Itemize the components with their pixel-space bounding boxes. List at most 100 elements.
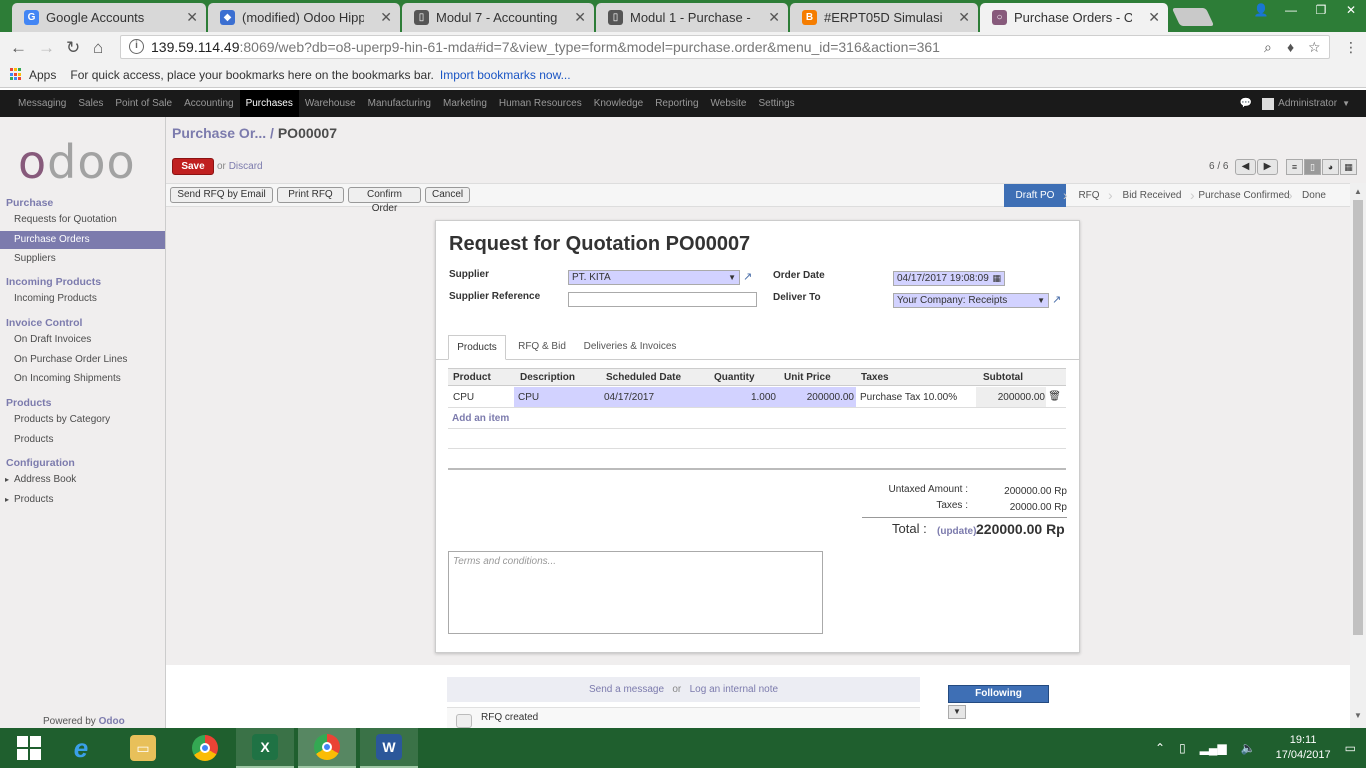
- column-header-taxes[interactable]: Taxes: [861, 372, 889, 383]
- chat-bubble-icon[interactable]: 💬: [1240, 98, 1252, 109]
- chevron-down-icon[interactable]: ▼: [1037, 294, 1045, 307]
- column-header-subtotal[interactable]: Subtotal: [983, 372, 1023, 383]
- sidebar-item-on-draft-invoices[interactable]: On Draft Invoices: [0, 331, 165, 349]
- cell-subtotal[interactable]: 200000.00: [998, 392, 1045, 403]
- top-menu-warehouse[interactable]: Warehouse: [299, 90, 362, 117]
- followers-dropdown-button[interactable]: ▼: [948, 705, 966, 719]
- top-menu-settings[interactable]: Settings: [753, 90, 801, 117]
- calendar-icon[interactable]: ▦: [992, 272, 1001, 285]
- browser-tab[interactable]: B #ERPT05D Simulasi Mod ✕: [790, 3, 978, 32]
- discard-link[interactable]: Discard: [229, 161, 263, 172]
- restore-icon[interactable]: ❐: [1306, 0, 1336, 20]
- bookmark-star-icon[interactable]: ☆: [1308, 39, 1321, 56]
- close-window-icon[interactable]: ✕: [1336, 0, 1366, 20]
- forward-arrow-icon[interactable]: →: [38, 38, 55, 58]
- following-button[interactable]: Following: [948, 685, 1049, 703]
- odoo-logo[interactable]: odoo: [18, 135, 136, 189]
- volume-icon[interactable]: 🔈: [1241, 741, 1256, 755]
- sidebar-item-incoming-products[interactable]: Incoming Products: [0, 290, 165, 308]
- log-note-link[interactable]: Log an internal note: [690, 684, 778, 695]
- sidebar-item-suppliers[interactable]: Suppliers: [0, 250, 165, 268]
- cancel-button[interactable]: Cancel: [425, 187, 470, 203]
- column-header-scheduled-date[interactable]: Scheduled Date: [606, 372, 681, 383]
- notifications-icon[interactable]: ▭: [1345, 741, 1356, 755]
- sidebar-item-products-by-category[interactable]: Products by Category: [0, 411, 165, 429]
- list-view-button[interactable]: ≡: [1286, 159, 1303, 175]
- status-done[interactable]: Done: [1294, 184, 1334, 207]
- scroll-up-icon[interactable]: ▲: [1354, 187, 1362, 196]
- breadcrumb-parent[interactable]: Purchase Or...: [172, 125, 266, 141]
- close-tab-icon[interactable]: ✕: [186, 9, 198, 26]
- status-bid-received[interactable]: Bid Received: [1114, 184, 1190, 207]
- chevron-down-icon[interactable]: ▼: [728, 271, 736, 284]
- status-rfq[interactable]: RFQ: [1069, 184, 1109, 207]
- close-tab-icon[interactable]: ✕: [574, 9, 586, 26]
- top-menu-manufacturing[interactable]: Manufacturing: [362, 90, 437, 117]
- back-arrow-icon[interactable]: ←: [10, 38, 27, 58]
- close-tab-icon[interactable]: ✕: [380, 9, 392, 26]
- taskbar-chrome-active[interactable]: [298, 728, 356, 768]
- import-bookmarks-link[interactable]: Import bookmarks now...: [440, 68, 571, 82]
- top-menu-reporting[interactable]: Reporting: [649, 90, 704, 117]
- cell-taxes[interactable]: Purchase Tax 10.00%: [860, 392, 957, 403]
- top-menu-accounting[interactable]: Accounting: [178, 90, 239, 117]
- form-view-button[interactable]: ▯: [1304, 159, 1321, 175]
- clock[interactable]: 19:11 17/04/2017: [1276, 733, 1331, 763]
- cell-product[interactable]: CPU: [453, 392, 474, 403]
- top-menu-knowledge[interactable]: Knowledge: [588, 90, 649, 117]
- pager-previous-button[interactable]: ◀: [1235, 159, 1256, 175]
- update-total-link[interactable]: (update): [937, 526, 976, 537]
- sidebar-item-products[interactable]: Products: [0, 431, 165, 449]
- top-menu-marketing[interactable]: Marketing: [437, 90, 493, 117]
- top-menu-human-resources[interactable]: Human Resources: [493, 90, 588, 117]
- taskbar-excel[interactable]: X: [236, 728, 294, 768]
- terms-textarea[interactable]: Terms and conditions...: [448, 551, 823, 634]
- sidebar-item-purchase-orders[interactable]: Purchase Orders: [0, 230, 165, 249]
- column-header-product[interactable]: Product: [453, 372, 491, 383]
- zoom-icon[interactable]: ⌕: [1264, 39, 1272, 56]
- pager-next-button[interactable]: ▶: [1257, 159, 1278, 175]
- browser-tab[interactable]: G Google Accounts ✕: [12, 3, 206, 32]
- save-button[interactable]: Save: [172, 158, 214, 175]
- scrollbar-thumb[interactable]: [1353, 200, 1363, 635]
- chevron-up-icon[interactable]: ⌃: [1155, 741, 1165, 755]
- taskbar-word[interactable]: W: [360, 728, 418, 768]
- cell-description[interactable]: CPU: [518, 392, 539, 403]
- print-rfq-button[interactable]: Print RFQ: [277, 187, 344, 203]
- cell-quantity[interactable]: 1.000: [751, 392, 776, 403]
- browser-tab[interactable]: ▯ Modul 1 - Purchase - BIS ✕: [596, 3, 788, 32]
- cell-unit-price[interactable]: 200000.00: [807, 392, 854, 403]
- sidebar-item-address-book[interactable]: ▸ Address Book: [0, 471, 165, 489]
- taskbar-file-explorer[interactable]: ▭: [114, 728, 172, 768]
- column-header-quantity[interactable]: Quantity: [714, 372, 755, 383]
- reload-icon[interactable]: ↻: [66, 38, 80, 58]
- supplier-reference-field[interactable]: [568, 292, 757, 307]
- add-item-link[interactable]: Add an item: [452, 413, 509, 424]
- status-draft-po[interactable]: Draft PO: [1004, 184, 1066, 207]
- sidebar-item-products[interactable]: ▸ Products: [0, 491, 165, 509]
- top-menu-website[interactable]: Website: [705, 90, 753, 117]
- user-menu[interactable]: 💬 Administrator ▼: [1240, 90, 1350, 117]
- tab-rfq-bid[interactable]: RFQ & Bid: [510, 335, 574, 360]
- external-link-icon[interactable]: ↗: [1052, 293, 1061, 306]
- status-purchase-confirmed[interactable]: Purchase Confirmed: [1196, 184, 1292, 207]
- close-tab-icon[interactable]: ✕: [1148, 9, 1160, 26]
- scroll-down-icon[interactable]: ▼: [1354, 711, 1362, 720]
- table-row[interactable]: CPU CPU 04/17/2017 1.000 200000.00 Purchase T…: [448, 387, 1066, 408]
- top-menu-point-of-sale[interactable]: Point of Sale: [109, 90, 178, 117]
- confirm-order-button[interactable]: Confirm Order: [348, 187, 421, 214]
- start-button[interactable]: [0, 728, 58, 768]
- close-tab-icon[interactable]: ✕: [958, 9, 970, 26]
- send-rfq-by-email-button[interactable]: Send RFQ by Email: [170, 187, 273, 203]
- send-message-link[interactable]: Send a message: [589, 684, 664, 695]
- top-menu-messaging[interactable]: Messaging: [12, 90, 72, 117]
- browser-tab[interactable]: ◆ (modified) Odoo Hippo - ✕: [208, 3, 400, 32]
- apps-grid-icon[interactable]: [10, 68, 23, 81]
- top-menu-purchases[interactable]: Purchases: [239, 90, 299, 117]
- user-profile-icon[interactable]: 👤: [1246, 0, 1276, 20]
- sidebar-item-on-incoming-shipments[interactable]: On Incoming Shipments: [0, 370, 165, 388]
- sidebar-item-on-purchase-order-lines[interactable]: On Purchase Order Lines: [0, 351, 165, 369]
- column-header-description[interactable]: Description: [520, 372, 575, 383]
- address-bar[interactable]: i 139.59.114.49:8069/web?db=o8-uperp9-hi…: [120, 35, 1330, 59]
- tab-deliveries-invoices[interactable]: Deliveries & Invoices: [578, 335, 682, 360]
